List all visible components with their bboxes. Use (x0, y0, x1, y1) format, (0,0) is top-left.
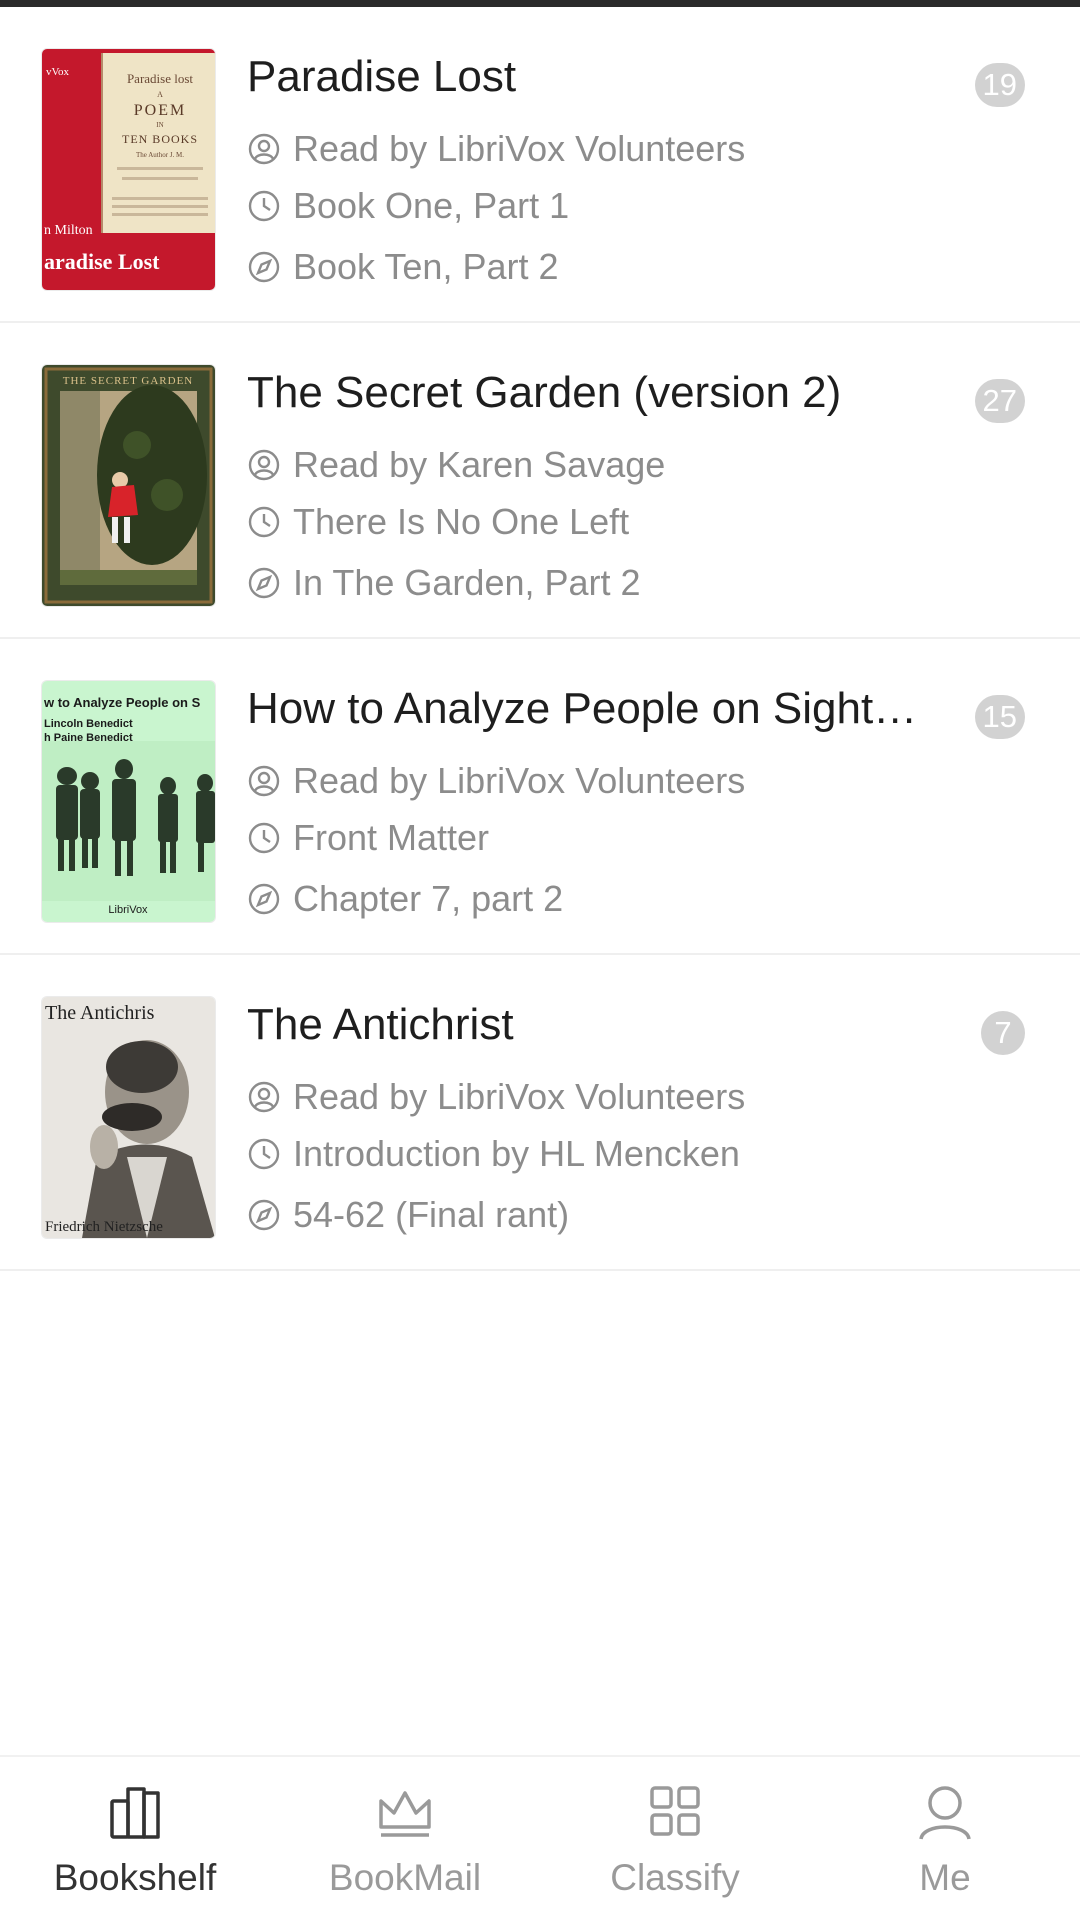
book-cover: THE SECRET GARDEN (42, 365, 215, 606)
compass-icon (247, 566, 281, 600)
latest-line: In The Garden, Part 2 (247, 558, 1007, 608)
svg-text:IN: IN (156, 121, 163, 129)
clock-icon (247, 821, 281, 855)
clock-icon (247, 189, 281, 223)
compass-icon (247, 1198, 281, 1232)
svg-text:n Milton: n Milton (44, 223, 93, 238)
book-list: Paradise lost A POEM IN TEN BOOKS The Au… (0, 7, 1080, 1271)
svg-text:h Paine Benedict: h Paine Benedict (44, 732, 133, 744)
book-title: Paradise Lost (247, 52, 517, 101)
history-text: There Is No One Left (293, 501, 630, 542)
history-text: Book One, Part 1 (293, 185, 570, 226)
reader-text: Read by LibriVox Volunteers (293, 1076, 746, 1117)
grid-icon (643, 1779, 707, 1843)
clock-icon (247, 505, 281, 539)
latest-text: Book Ten, Part 2 (293, 246, 559, 287)
chapter-count-badge: 19 (974, 63, 1025, 107)
tab-label: BookMail (328, 1857, 482, 1898)
book-cover: The Antichris Friedrich Nietzsche (42, 997, 215, 1238)
tab-label: Classify (610, 1857, 740, 1898)
svg-text:Paradise lost: Paradise lost (127, 71, 193, 86)
latest-line: Book Ten, Part 2 (247, 242, 1007, 292)
reader-text: Read by LibriVox Volunteers (293, 128, 746, 169)
book-title: How to Analyze People on Sight… (247, 684, 918, 733)
svg-text:The Antichris: The Antichris (45, 1002, 155, 1024)
svg-text:TEN BOOKS: TEN BOOKS (122, 132, 198, 146)
svg-text:w to Analyze People on S: w to Analyze People on S (43, 695, 201, 710)
book-row-paradise-lost[interactable]: Paradise lost A POEM IN TEN BOOKS The Au… (0, 7, 1080, 323)
latest-line: 54-62 (Final rant) (247, 1190, 1007, 1240)
chapter-count-badge: 7 (981, 1011, 1025, 1055)
history-line: Introduction by HL Mencken (247, 1129, 1007, 1179)
latest-line: Chapter 7, part 2 (247, 874, 1007, 924)
bottom-tab-bar: Bookshelf BookMail Classify Me (0, 1755, 1080, 1920)
tab-bookmail[interactable]: BookMail (270, 1757, 540, 1920)
book-cover: Paradise lost A POEM IN TEN BOOKS The Au… (42, 49, 215, 290)
clock-icon (247, 1137, 281, 1171)
reader-line: Read by LibriVox Volunteers (247, 756, 1007, 806)
latest-text: In The Garden, Part 2 (293, 562, 641, 603)
svg-text:vVox: vVox (46, 66, 70, 78)
reader-line: Read by LibriVox Volunteers (247, 124, 1007, 174)
bookshelf-icon (103, 1779, 167, 1843)
svg-text:aradise Lost: aradise Lost (44, 249, 160, 274)
latest-text: Chapter 7, part 2 (293, 878, 564, 919)
user-circle-icon (247, 132, 281, 166)
user-circle-icon (247, 764, 281, 798)
book-row-analyze-people[interactable]: w to Analyze People on S Lincoln Benedic… (0, 639, 1080, 955)
chapter-count-badge: 15 (974, 695, 1025, 739)
history-text: Introduction by HL Mencken (293, 1133, 740, 1174)
tab-me[interactable]: Me (810, 1757, 1080, 1920)
user-circle-icon (247, 448, 281, 482)
svg-text:The Author J. M.: The Author J. M. (136, 151, 184, 159)
svg-text:A: A (157, 90, 163, 99)
latest-text: 54-62 (Final rant) (293, 1194, 570, 1235)
compass-icon (247, 882, 281, 916)
history-line: Front Matter (247, 813, 1007, 863)
reader-text: Read by LibriVox Volunteers (293, 760, 746, 801)
svg-text:LibriVox: LibriVox (108, 904, 148, 916)
svg-text:THE SECRET GARDEN: THE SECRET GARDEN (63, 375, 193, 387)
reader-line: Read by LibriVox Volunteers (247, 1072, 1007, 1122)
person-icon (913, 1779, 977, 1843)
status-bar-strip (0, 0, 1080, 7)
book-row-antichrist[interactable]: The Antichris Friedrich Nietzsche The An… (0, 955, 1080, 1271)
book-row-secret-garden[interactable]: THE SECRET GARDEN The Secret Garden (ver… (0, 323, 1080, 639)
compass-icon (247, 250, 281, 284)
history-text: Front Matter (293, 817, 490, 858)
chapter-count-badge: 27 (974, 379, 1025, 423)
tab-label: Me (919, 1857, 971, 1898)
svg-text:Friedrich Nietzsche: Friedrich Nietzsche (45, 1219, 163, 1235)
book-title: The Secret Garden (version 2) (247, 368, 842, 417)
book-cover: w to Analyze People on S Lincoln Benedic… (42, 681, 215, 922)
tab-classify[interactable]: Classify (540, 1757, 810, 1920)
tab-bookshelf[interactable]: Bookshelf (0, 1757, 270, 1920)
history-line: Book One, Part 1 (247, 181, 1007, 231)
svg-text:Lincoln Benedict: Lincoln Benedict (44, 718, 133, 730)
book-title: The Antichrist (247, 1000, 514, 1049)
reader-text: Read by Karen Savage (293, 444, 666, 485)
user-circle-icon (247, 1080, 281, 1114)
crown-icon (373, 1779, 437, 1843)
tab-label: Bookshelf (53, 1857, 217, 1898)
reader-line: Read by Karen Savage (247, 440, 1007, 490)
svg-text:POEM: POEM (134, 102, 186, 119)
history-line: There Is No One Left (247, 497, 1007, 547)
